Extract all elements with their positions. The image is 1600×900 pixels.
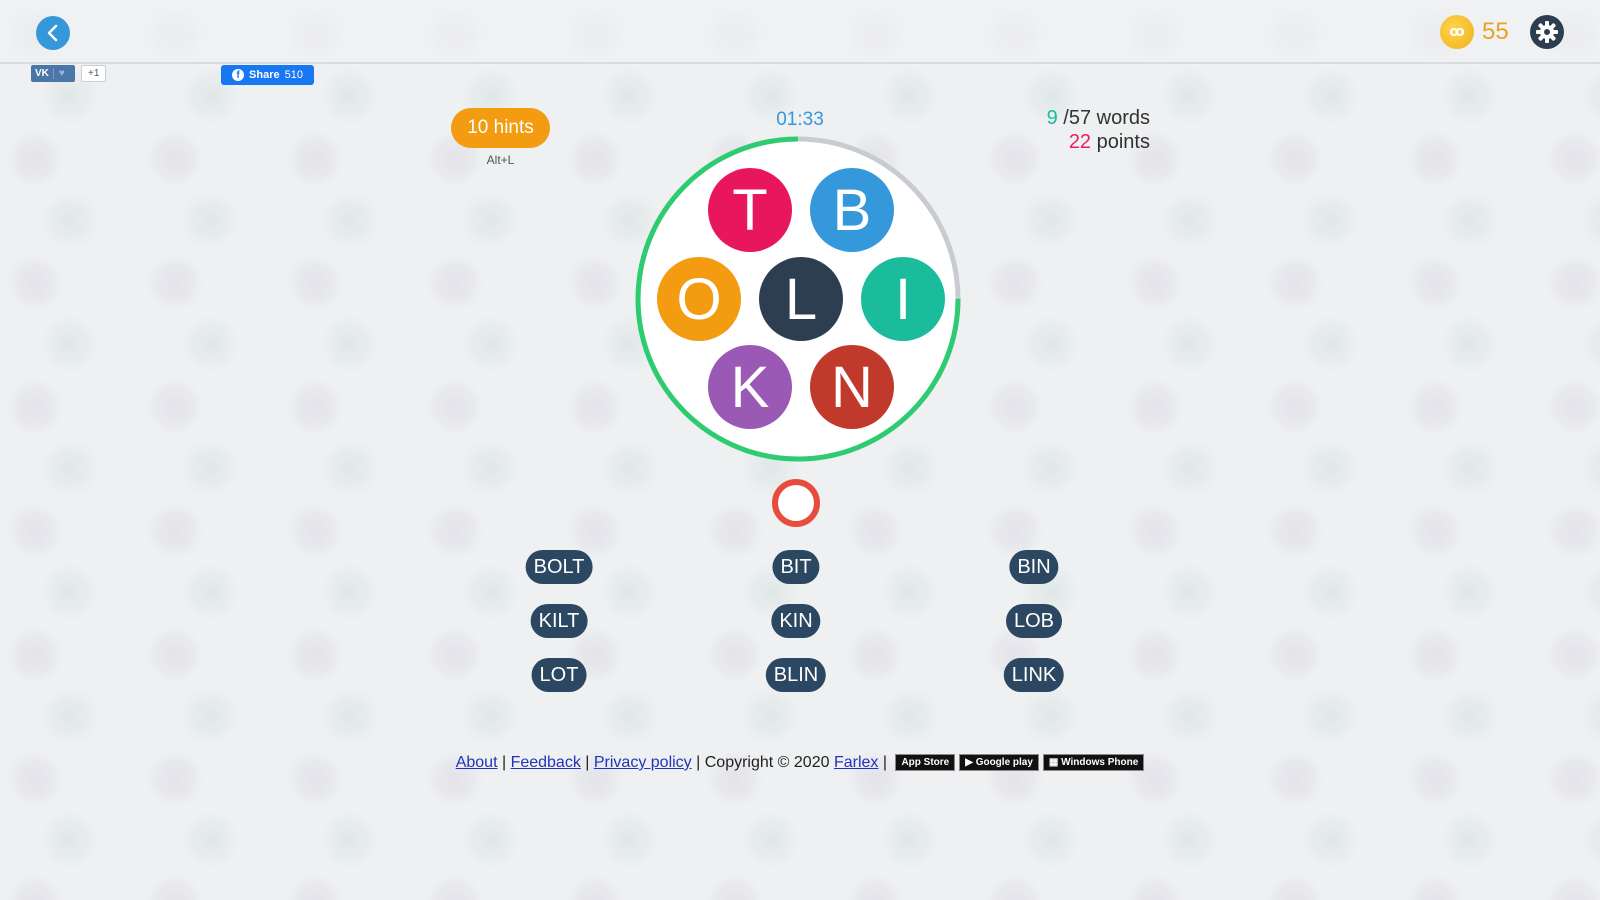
vk-like-count: +1 <box>81 65 107 82</box>
found-word: KILT <box>530 604 588 638</box>
app-store-badge[interactable]: App Store <box>895 754 956 772</box>
vk-logo-icon: VK <box>35 68 49 79</box>
letter-board: T B O L I K N <box>633 134 963 464</box>
letter-tile-o[interactable]: O <box>657 257 741 341</box>
words-total: /57 words <box>1063 107 1150 129</box>
tile-letter: K <box>730 354 770 420</box>
vk-like-button[interactable]: VK ♥ <box>31 65 75 82</box>
gear-icon <box>1536 21 1558 43</box>
vk-like-widget[interactable]: VK ♥ +1 <box>31 65 107 82</box>
facebook-share-count: 510 <box>284 69 303 81</box>
points-value: 22 <box>1068 131 1092 153</box>
letter-tile-n[interactable]: N <box>810 345 894 429</box>
google-play-badge[interactable]: ▶ Google play <box>959 754 1039 772</box>
found-word: BOLT <box>525 550 593 584</box>
tile-letter: N <box>831 354 873 420</box>
current-word-indicator <box>772 479 820 527</box>
settings-button[interactable] <box>1530 15 1564 49</box>
windows-phone-badge[interactable]: ▦ Windows Phone <box>1042 754 1145 772</box>
tile-letter: I <box>894 266 912 332</box>
farlex-link[interactable]: Farlex <box>834 754 878 771</box>
words-count: 9 /57 words <box>1047 106 1150 130</box>
found-word: BLIN <box>765 658 827 692</box>
found-word: BIT <box>772 550 820 584</box>
hints-shortcut: Alt+L <box>486 153 515 167</box>
tile-letter: T <box>732 177 768 243</box>
letter-tile-k[interactable]: K <box>708 345 792 429</box>
letter-tile-l[interactable]: L <box>759 257 843 341</box>
timer: 01:33 <box>776 109 824 130</box>
words-found: 9 <box>1046 107 1058 129</box>
score-stats: 9 /57 words 22 points <box>1047 106 1150 154</box>
tile-letter: O <box>676 266 722 332</box>
facebook-share-button[interactable]: f Share 510 <box>221 65 314 85</box>
top-bar: ꝏ 55 <box>0 0 1600 64</box>
facebook-icon: f <box>232 69 245 81</box>
points: 22 points <box>1047 130 1150 154</box>
found-word: LOT <box>531 658 587 692</box>
about-link[interactable]: About <box>456 754 498 771</box>
copyright-text: Copyright © 2020 <box>704 754 834 771</box>
tile-letter: B <box>832 177 872 243</box>
coin-count: 55 <box>1482 18 1509 45</box>
separator: | <box>580 754 594 771</box>
letter-tile-t[interactable]: T <box>708 168 792 252</box>
back-button[interactable] <box>36 16 70 50</box>
found-word: KIN <box>771 604 821 638</box>
found-word: LINK <box>1003 658 1065 692</box>
facebook-share-label: Share <box>249 69 280 81</box>
privacy-policy-link[interactable]: Privacy policy <box>594 754 692 771</box>
tile-letter: L <box>784 266 818 332</box>
found-word: LOB <box>1005 604 1063 638</box>
separator: | <box>878 754 892 771</box>
feedback-link[interactable]: Feedback <box>511 754 581 771</box>
hints-button[interactable]: 10 hints <box>451 108 550 148</box>
letter-tile-b[interactable]: B <box>810 168 894 252</box>
found-word: BIN <box>1009 550 1059 584</box>
coin-icon: ꝏ <box>1440 15 1474 49</box>
points-label: points <box>1091 131 1150 153</box>
chevron-left-icon <box>47 24 58 42</box>
separator: | <box>691 754 705 771</box>
letter-tile-i[interactable]: I <box>861 257 945 341</box>
footer: About | Feedback | Privacy policy | Copy… <box>0 754 1600 772</box>
separator: | <box>497 754 511 771</box>
heart-icon: ♥ <box>58 68 65 79</box>
